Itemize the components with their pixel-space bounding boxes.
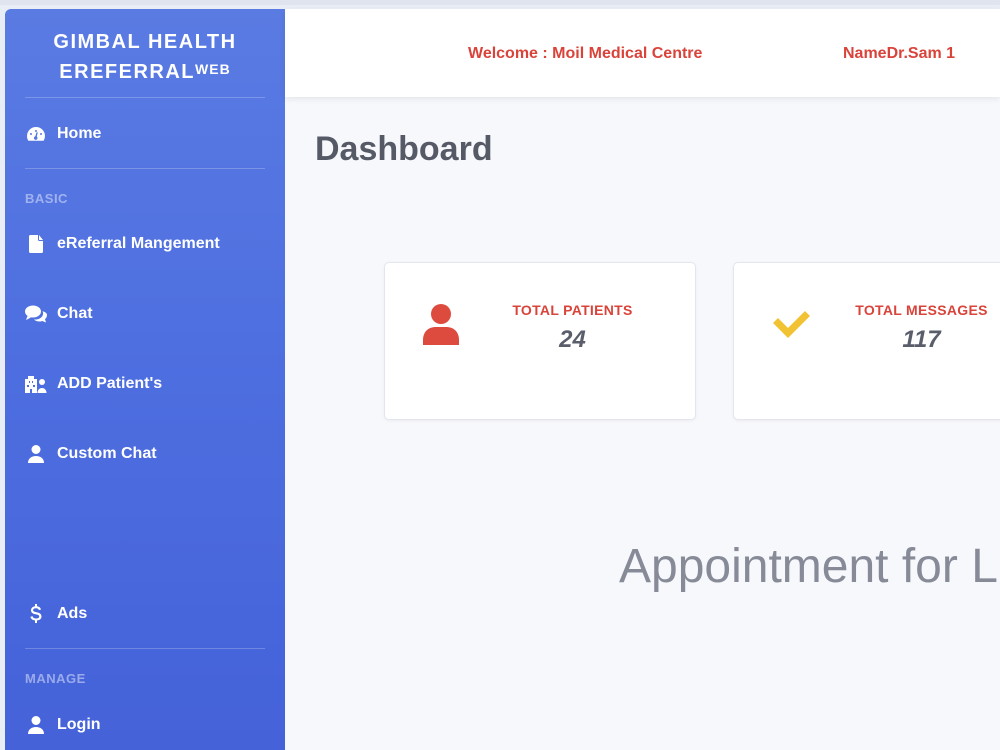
- brand-logo-text[interactable]: GIMBAL HEALTH EREFERRALWEB: [5, 27, 285, 87]
- sidebar-item-label: eReferral Mangement: [57, 235, 220, 252]
- sidebar-item-login[interactable]: Login: [25, 710, 265, 740]
- welcome-text: Welcome : Moil Medical Centre: [468, 45, 703, 62]
- chat-icon: [25, 304, 47, 324]
- stat-label: TOTAL PATIENTS: [512, 302, 633, 318]
- sidebar: GIMBAL HEALTH EREFERRALWEB Home BASIC eR…: [5, 9, 285, 750]
- sidebar-item-label: Home: [57, 125, 102, 142]
- user-name[interactable]: NameDr.Sam 1: [843, 45, 955, 63]
- stat-value: 24: [559, 326, 586, 353]
- brand-line2: EREFERRAL: [59, 61, 196, 83]
- sidebar-item-label: Ads: [57, 605, 88, 622]
- section-label-basic: BASIC: [25, 191, 68, 206]
- dashboard-gauge-icon: [25, 124, 47, 144]
- stat-value: 117: [902, 326, 941, 353]
- sidebar-item-ereferral[interactable]: eReferral Mangement: [25, 229, 265, 259]
- sidebar-item-label: Custom Chat: [57, 445, 157, 462]
- sidebar-divider: [25, 97, 265, 98]
- page-title: Dashboard: [315, 130, 493, 168]
- sidebar-divider: [25, 648, 265, 649]
- check-icon: [770, 307, 810, 351]
- user-icon: [25, 444, 47, 464]
- stat-card-total-patients: TOTAL PATIENTS 24: [384, 262, 696, 420]
- user-icon: [25, 715, 47, 735]
- sidebar-divider: [25, 168, 265, 169]
- sidebar-item-home[interactable]: Home: [25, 119, 265, 149]
- sidebar-item-label: Login: [57, 716, 101, 733]
- file-icon: [25, 234, 47, 254]
- stat-label: TOTAL MESSAGES: [855, 302, 988, 318]
- stat-card-total-messages: TOTAL MESSAGES 117: [733, 262, 1000, 420]
- sidebar-item-chat[interactable]: Chat: [25, 299, 265, 329]
- sidebar-item-add-patient[interactable]: ADD Patient's: [25, 369, 265, 399]
- section-label-manage: MANAGE: [25, 671, 86, 686]
- dollar-icon: [25, 604, 47, 624]
- top-bar: Welcome : Moil Medical Centre NameDr.Sam…: [285, 9, 1000, 97]
- window-top-strip: [0, 0, 1000, 5]
- brand-line1: GIMBAL HEALTH: [53, 31, 237, 53]
- sidebar-item-label: Chat: [57, 305, 93, 322]
- main-content: Welcome : Moil Medical Centre NameDr.Sam…: [285, 9, 1000, 750]
- sidebar-item-custom-chat[interactable]: Custom Chat: [25, 439, 265, 469]
- user-icon: [423, 303, 463, 347]
- appointment-heading: Appointment for L: [619, 540, 998, 593]
- brand-superscript: WEB: [195, 61, 231, 77]
- sidebar-item-label: ADD Patient's: [57, 375, 163, 392]
- sidebar-item-ads[interactable]: Ads: [25, 599, 265, 629]
- hospital-user-icon: [25, 374, 47, 394]
